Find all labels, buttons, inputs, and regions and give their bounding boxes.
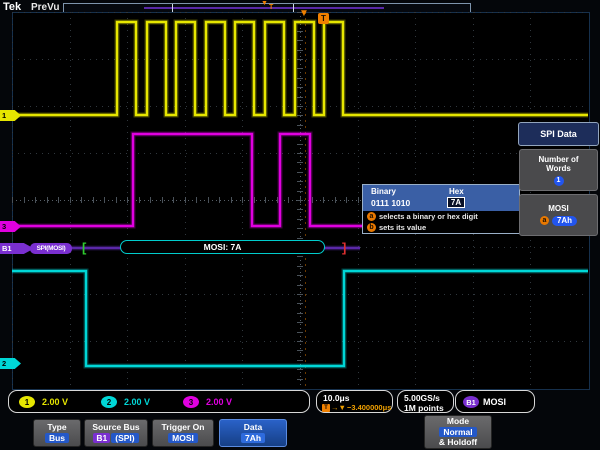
side-panel-title: SPI Data	[518, 122, 599, 146]
horizontal-readout: 10.0μs T→▼−3.400000μs	[316, 390, 393, 413]
type-label: Type	[47, 423, 66, 432]
acquisition-readout: 5.00GS/s 1M points	[397, 390, 454, 413]
frame-end-bracket: ]	[342, 240, 346, 255]
hex-label: Hex	[449, 187, 464, 196]
mode-label: Mode	[447, 417, 469, 426]
trigger-t-icon: T	[322, 404, 330, 412]
bus-decode-value-box: MOSI: 7A	[120, 240, 325, 254]
frame-start-bracket: [	[82, 240, 86, 255]
menu-source-bus-button[interactable]: Source Bus B1 (SPI)	[84, 419, 148, 447]
bus-readout: B1 MOSI	[455, 390, 535, 413]
knob-a-icon: a	[540, 216, 549, 225]
ch1-scale: 2.00 V	[42, 397, 68, 407]
window-bracket-left	[172, 4, 173, 12]
number-of-words-label: Number of Words	[528, 155, 590, 174]
ch2-badge[interactable]: 2	[101, 396, 117, 408]
binary-label: Binary	[371, 187, 396, 196]
trigger-delay-row: T→▼−3.400000μs	[322, 403, 391, 412]
mode-value-pill: Normal	[439, 427, 476, 437]
knob-a-hint-row: a selects a binary or hex digit	[367, 212, 478, 221]
oscilloscope-screen: Tek PreVu ▼ T ▼ T 1 3 B1 2 SPI(MOSI) [ M…	[0, 0, 600, 450]
trigger-position-icon[interactable]: ▼	[299, 9, 309, 19]
ch2-scale: 2.00 V	[124, 397, 150, 407]
sample-rate: 5.00GS/s	[404, 393, 440, 403]
knob-b-icon: b	[367, 223, 376, 232]
trigger-flag-icon[interactable]: T	[318, 13, 329, 24]
channel-scale-readout: 1 2.00 V 2 2.00 V 3 2.00 V	[8, 390, 310, 413]
bus-name: MOSI	[483, 397, 506, 407]
source-bus-b1-pill: B1	[93, 433, 110, 443]
source-bus-spi-pill: (SPI)	[111, 433, 138, 443]
record-trigger-t-icon: T	[269, 3, 273, 12]
source-bus-label: Source Bus	[92, 423, 139, 432]
number-of-words-button[interactable]: Number of Words 1	[519, 149, 598, 191]
knob-a-hint-text: selects a binary or hex digit	[379, 212, 478, 221]
knob-b-hint-row: b sets its value	[367, 223, 426, 232]
timebase-value: 10.0μs	[323, 393, 349, 403]
menu-trigger-on-button[interactable]: Trigger On MOSI	[152, 419, 214, 447]
data-entry-hint-box: Binary Hex 0111 1010 7A a selects a bina…	[362, 184, 520, 234]
ch1-badge[interactable]: 1	[19, 396, 35, 408]
data-value-pill: 7Ah	[241, 433, 265, 443]
hex-value-selected[interactable]: 7A	[447, 197, 465, 208]
menu-type-button[interactable]: Type Bus	[33, 419, 81, 447]
binary-value: 0111 1010	[371, 198, 410, 208]
type-value-pill: Bus	[45, 433, 69, 443]
record-length: 1M points	[404, 403, 444, 413]
knob-a-icon: a	[367, 212, 376, 221]
bus-label-pill: SPI(MOSI)	[30, 243, 72, 254]
data-label: Data	[244, 423, 262, 432]
trigger-delay-value: −3.400000μs	[347, 403, 391, 412]
trigger-on-value-pill: MOSI	[168, 433, 198, 443]
menu-data-button-selected[interactable]: Data 7Ah	[219, 419, 287, 447]
number-of-words-value: 1	[554, 176, 564, 186]
trigger-arrow-icon: →▼	[331, 403, 346, 412]
mosi-value-pill: 7Ah	[552, 216, 577, 226]
ch3-scale: 2.00 V	[206, 397, 232, 407]
knob-b-hint-text: sets its value	[379, 223, 426, 232]
record-trigger-triangle-icon: ▼	[261, 0, 268, 8]
trigger-on-label: Trigger On	[162, 423, 205, 432]
mosi-data-button[interactable]: MOSI a 7Ah	[519, 194, 598, 236]
ch3-badge[interactable]: 3	[183, 396, 199, 408]
menu-mode-button[interactable]: Mode Normal & Holdoff	[424, 415, 492, 449]
window-bracket-right	[293, 4, 294, 12]
mosi-label: MOSI	[528, 204, 590, 214]
b1-badge[interactable]: B1	[463, 396, 479, 408]
mode-extra-label: & Holdoff	[439, 438, 477, 447]
